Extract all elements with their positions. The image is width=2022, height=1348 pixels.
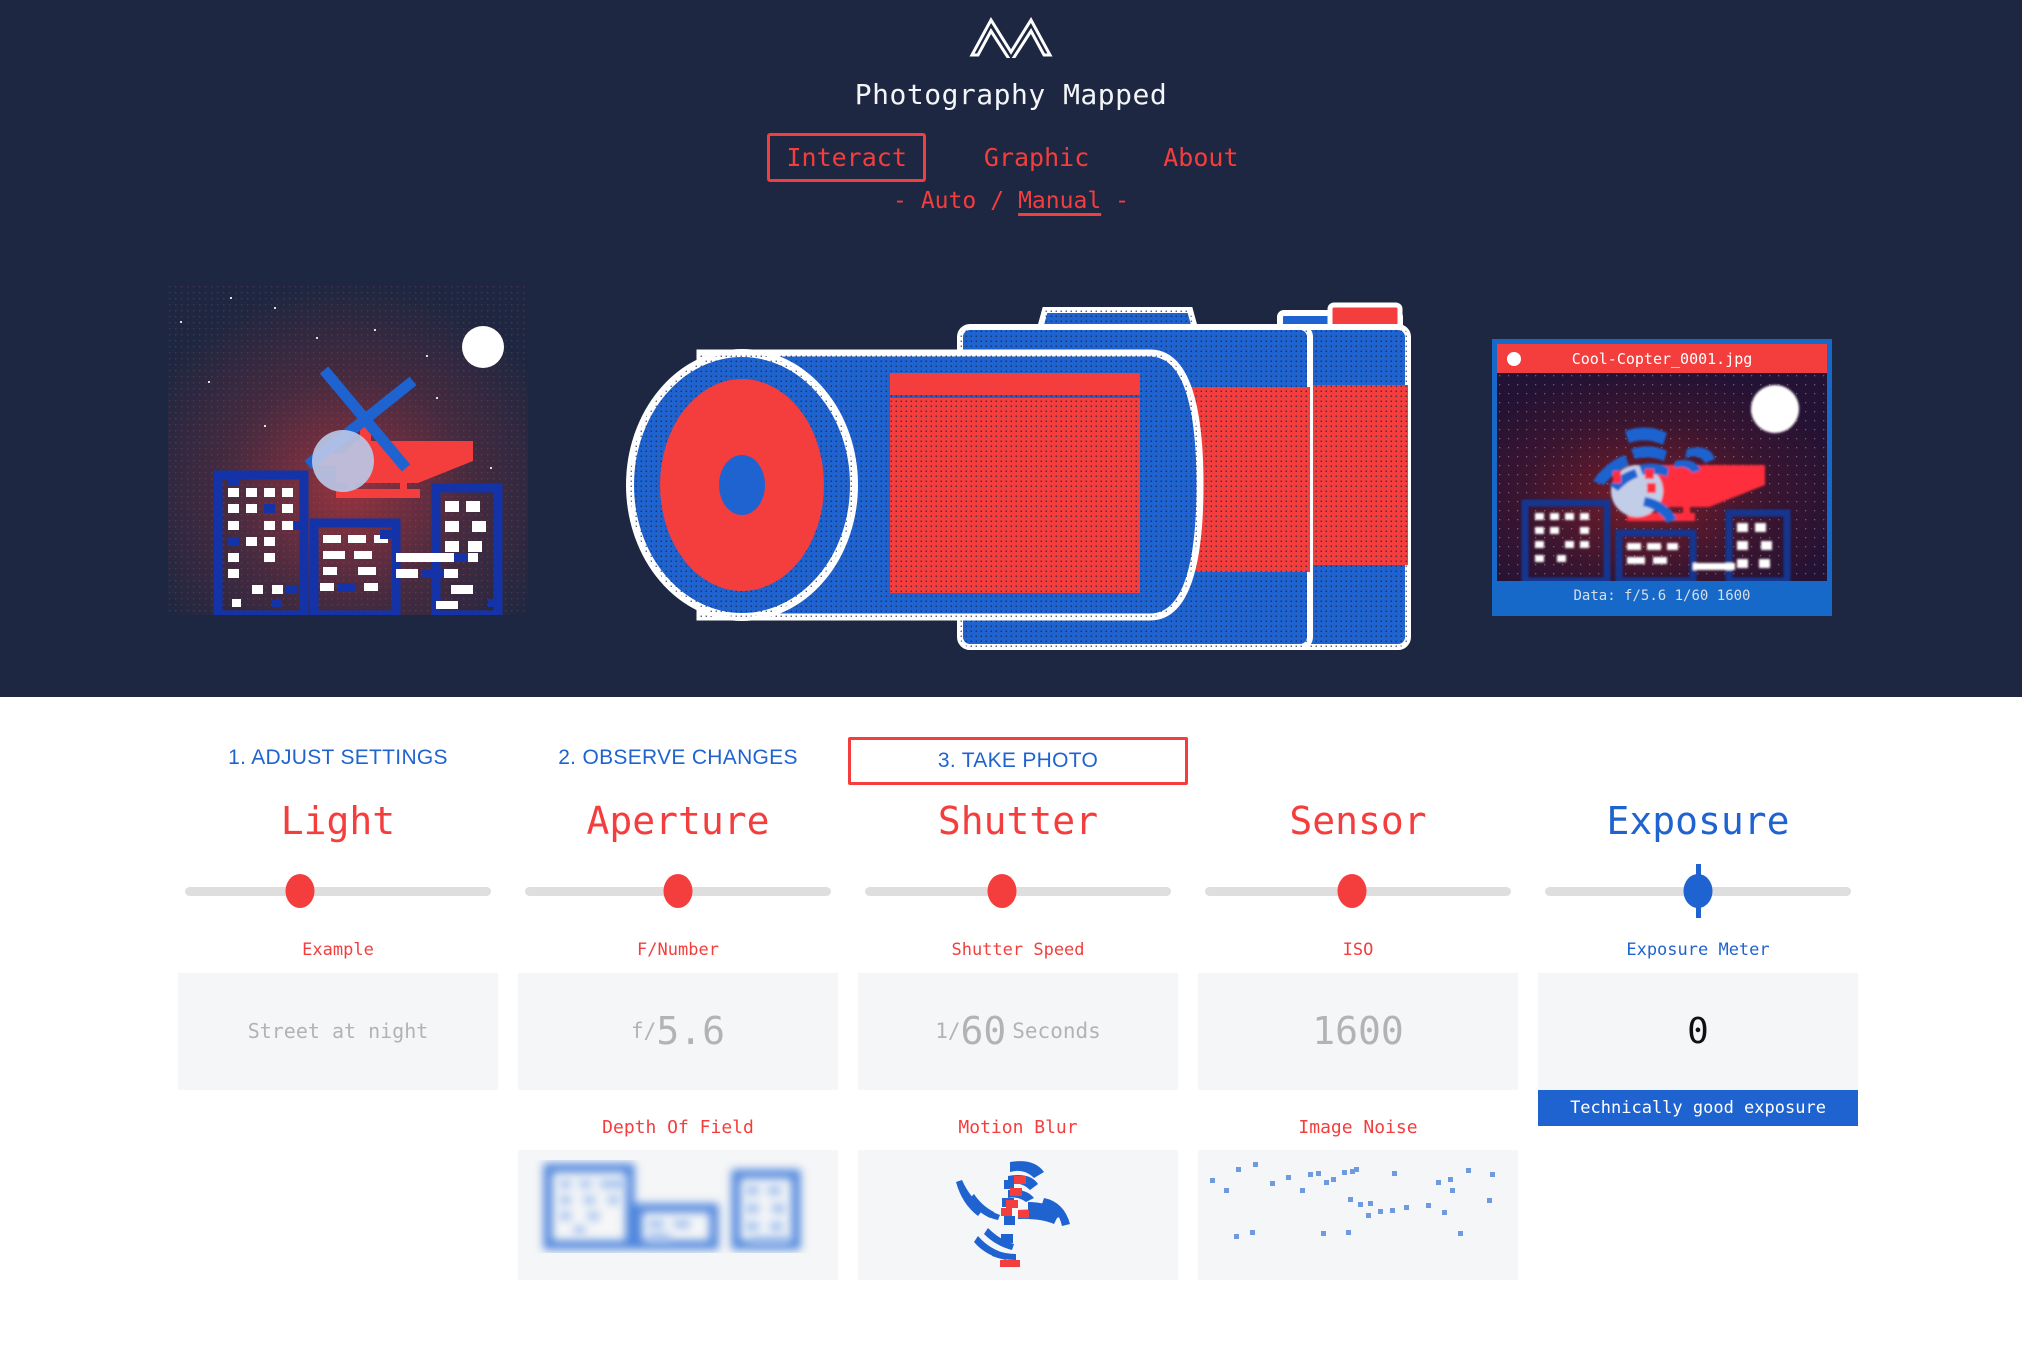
- page-title: Photography Mapped: [854, 78, 1168, 111]
- exposure-knob-tick-down-icon: [1695, 906, 1701, 918]
- exposure-slider[interactable]: [1538, 863, 1858, 918]
- spinning-rotor-icon: [956, 1161, 1070, 1267]
- exposure-title: Exposure: [1606, 799, 1790, 843]
- image-noise-label: Image Noise: [1298, 1116, 1418, 1138]
- photo-filename: Cool-Copter_0001.jpg: [1571, 349, 1753, 368]
- blurred-cityscape-icon: [543, 1163, 801, 1250]
- mode-dash-right: -: [1115, 188, 1130, 214]
- shutter-suffix: Seconds: [1012, 1019, 1101, 1044]
- scene-illustration: [168, 285, 528, 615]
- shutter-prefix: 1/: [935, 1019, 961, 1044]
- nav-item-interact[interactable]: Interact: [767, 133, 926, 182]
- mode-separator: /: [990, 188, 1005, 214]
- aperture-sub-label: F/Number: [637, 939, 719, 960]
- depth-of-field-label: Depth Of Field: [602, 1116, 754, 1138]
- exposure-sub-label: Exposure Meter: [1626, 939, 1770, 960]
- steps-row: 1. ADJUST SETTINGS 2. OBSERVE CHANGES 3.…: [168, 737, 1868, 785]
- controls-columns: Light Example Street at night Aperture F…: [168, 799, 1868, 1280]
- take-photo-button[interactable]: 3. TAKE PHOTO: [848, 737, 1188, 785]
- aperture-value: 5.6: [656, 1009, 725, 1054]
- exposure-readout: 0: [1538, 972, 1858, 1090]
- depth-of-field-preview: [518, 1149, 838, 1280]
- control-column-exposure: Exposure Exposure Meter 0 Technically go…: [1528, 799, 1868, 1280]
- control-column-light: Light Example Street at night: [168, 799, 508, 1280]
- light-slider-track[interactable]: [185, 886, 491, 896]
- motion-blur-label: Motion Blur: [958, 1116, 1078, 1138]
- image-noise-preview: [1198, 1149, 1518, 1280]
- step-observe-changes: 2. OBSERVE CHANGES: [558, 746, 798, 769]
- light-slider-knob[interactable]: [285, 873, 315, 908]
- step-adjust-settings: 1. ADJUST SETTINGS: [228, 746, 448, 769]
- control-column-shutter: Shutter Shutter Speed 1/60 Seconds Motion…: [848, 799, 1188, 1280]
- moon-icon: [462, 326, 504, 368]
- iso-value: 1600: [1312, 1009, 1404, 1054]
- sensor-readout: 1600: [1198, 972, 1518, 1090]
- exposure-value: 0: [1687, 1010, 1709, 1052]
- mountain-m-logo-icon: [969, 17, 1053, 58]
- nav-item-graphic[interactable]: Graphic: [968, 136, 1105, 179]
- mode-switch: - Auto / Manual -: [0, 188, 2022, 214]
- aperture-prefix: f/: [631, 1019, 657, 1044]
- noise-speckle-icon: [1210, 1161, 1495, 1239]
- nav-item-about[interactable]: About: [1147, 136, 1254, 179]
- photo-preview-titlebar: Cool-Copter_0001.jpg: [1497, 344, 1827, 373]
- mode-dash-left: -: [892, 188, 907, 214]
- camera-illustration: [626, 302, 1411, 650]
- sensor-sub-label: ISO: [1342, 939, 1374, 960]
- photo-data-line: Data: f/5.6 1/60 1600: [1497, 581, 1827, 611]
- light-slider[interactable]: [178, 868, 498, 914]
- shutter-readout: 1/60 Seconds: [858, 972, 1178, 1090]
- photo-preview-window[interactable]: Cool-Copter_0001.jpg Data: f/5.6 1/60 16…: [1492, 339, 1832, 616]
- shutter-slider-track[interactable]: [865, 886, 1171, 896]
- light-readout: Street at night: [178, 972, 498, 1090]
- sensor-slider-knob[interactable]: [1337, 873, 1367, 908]
- light-sub-label: Example: [302, 939, 374, 960]
- exposure-knob-tick-up-icon: [1695, 863, 1701, 875]
- motion-blur-preview: [858, 1149, 1178, 1280]
- shutter-slider[interactable]: [858, 868, 1178, 914]
- aperture-title: Aperture: [586, 799, 770, 843]
- controls-panel: 1. ADJUST SETTINGS 2. OBSERVE CHANGES 3.…: [0, 697, 2022, 1348]
- primary-nav: Interact Graphic About: [0, 133, 2022, 182]
- exposure-status-badge: Technically good exposure: [1538, 1089, 1858, 1126]
- hero-section: Photography Mapped Interact Graphic Abou…: [0, 0, 2022, 697]
- shutter-value: 60: [960, 1009, 1007, 1054]
- shutter-sub-label: Shutter Speed: [951, 939, 1085, 960]
- shutter-title: Shutter: [937, 799, 1099, 843]
- site-logo[interactable]: [0, 14, 2022, 58]
- record-dot-icon: [1507, 351, 1521, 366]
- aperture-slider-knob[interactable]: [663, 873, 693, 908]
- shutter-slider-knob[interactable]: [987, 873, 1017, 908]
- control-column-sensor: Sensor ISO 1600 Image Noise: [1188, 799, 1528, 1280]
- control-column-aperture: Aperture F/Number f/5.6 Depth Of Field: [508, 799, 848, 1280]
- sensor-slider[interactable]: [1198, 868, 1518, 914]
- exposure-slider-knob[interactable]: [1683, 863, 1713, 918]
- aperture-slider[interactable]: [518, 868, 838, 914]
- aperture-readout: f/5.6: [518, 972, 838, 1090]
- light-title: Light: [280, 799, 396, 843]
- camera-lens: [626, 349, 858, 621]
- photo-preview-image: [1497, 373, 1827, 581]
- mode-option-auto[interactable]: Auto: [921, 188, 976, 214]
- sensor-title: Sensor: [1289, 799, 1427, 843]
- mode-option-manual[interactable]: Manual: [1018, 188, 1101, 214]
